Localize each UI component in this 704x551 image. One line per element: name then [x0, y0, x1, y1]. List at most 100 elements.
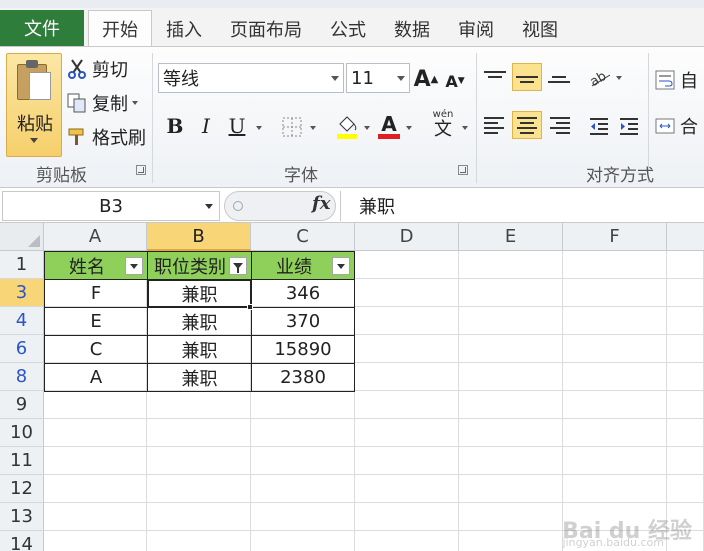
table-cell[interactable]: 346: [251, 279, 355, 308]
fill-handle[interactable]: [247, 304, 253, 310]
font-launcher-icon[interactable]: [458, 165, 468, 175]
empty-cell[interactable]: [563, 335, 667, 363]
format-painter-button[interactable]: 格式刷: [66, 123, 146, 151]
empty-cell[interactable]: [459, 419, 563, 447]
table-cell[interactable]: F: [44, 279, 148, 308]
column-header-a[interactable]: A: [44, 223, 147, 251]
chevron-down-icon[interactable]: [256, 126, 262, 130]
empty-cell[interactable]: [44, 391, 147, 419]
empty-cell[interactable]: [667, 363, 704, 391]
filter-dropdown-button[interactable]: [332, 257, 350, 275]
align-left-button[interactable]: [480, 111, 510, 139]
bold-button[interactable]: B: [162, 111, 188, 141]
chevron-down-icon[interactable]: [205, 204, 213, 209]
table-cell[interactable]: E: [44, 307, 148, 336]
selected-cell[interactable]: 兼职: [147, 279, 252, 308]
empty-cell[interactable]: [355, 447, 459, 475]
table-cell[interactable]: 兼职: [147, 335, 252, 364]
row-header[interactable]: 6: [0, 335, 44, 363]
fill-color-button[interactable]: [334, 113, 360, 141]
paste-button[interactable]: 粘贴: [6, 53, 62, 157]
clipboard-launcher-icon[interactable]: [136, 165, 146, 175]
align-center-button[interactable]: [512, 111, 542, 139]
font-size-select[interactable]: 11: [346, 63, 410, 93]
empty-cell[interactable]: [667, 335, 704, 363]
empty-cell[interactable]: [251, 447, 355, 475]
column-header-b[interactable]: B: [147, 223, 251, 251]
chevron-down-icon[interactable]: [406, 126, 412, 130]
grow-font-button[interactable]: A ▲: [414, 65, 439, 93]
empty-cell[interactable]: [355, 251, 459, 279]
empty-cell[interactable]: [355, 531, 459, 551]
empty-cell[interactable]: [147, 391, 251, 419]
empty-cell[interactable]: [251, 475, 355, 503]
tab-home[interactable]: 开始: [88, 10, 152, 47]
align-right-button[interactable]: [544, 111, 574, 139]
tab-view[interactable]: 视图: [514, 12, 566, 46]
column-header-d[interactable]: D: [355, 223, 459, 251]
empty-cell[interactable]: [355, 419, 459, 447]
empty-cell[interactable]: [667, 279, 704, 307]
borders-button[interactable]: [280, 115, 304, 139]
empty-cell[interactable]: [355, 503, 459, 531]
font-name-select[interactable]: 等线: [158, 63, 344, 93]
increase-indent-button[interactable]: [616, 113, 642, 139]
empty-cell[interactable]: [251, 531, 355, 551]
empty-cell[interactable]: [147, 531, 251, 551]
phonetic-button[interactable]: wén 文: [428, 109, 458, 141]
empty-cell[interactable]: [251, 503, 355, 531]
worksheet-grid[interactable]: A B C D E F 1 3 4 6 8 9 10 11 12 13 14 姓…: [0, 223, 704, 551]
tab-formulas[interactable]: 公式: [322, 12, 374, 46]
empty-cell[interactable]: [459, 447, 563, 475]
row-header[interactable]: 4: [0, 307, 44, 335]
empty-cell[interactable]: [459, 503, 563, 531]
empty-cell[interactable]: [667, 391, 704, 419]
tab-page-layout[interactable]: 页面布局: [222, 12, 310, 46]
empty-cell[interactable]: [459, 531, 563, 551]
chevron-down-icon[interactable]: [364, 126, 370, 130]
empty-cell[interactable]: [667, 307, 704, 335]
tab-file[interactable]: 文件: [0, 10, 84, 46]
chevron-down-icon[interactable]: [310, 126, 316, 130]
name-box[interactable]: B3: [2, 191, 220, 221]
empty-cell[interactable]: [563, 307, 667, 335]
row-header[interactable]: 13: [0, 503, 44, 531]
empty-cell[interactable]: [44, 531, 147, 551]
formula-input[interactable]: 兼职: [340, 191, 702, 221]
empty-cell[interactable]: [459, 363, 563, 391]
cut-button[interactable]: 剪切: [66, 55, 128, 83]
empty-cell[interactable]: [44, 447, 147, 475]
font-color-button[interactable]: A: [376, 111, 402, 141]
empty-cell[interactable]: [355, 335, 459, 363]
empty-cell[interactable]: [563, 251, 667, 279]
empty-cell[interactable]: [355, 307, 459, 335]
tab-data[interactable]: 数据: [386, 12, 438, 46]
row-header[interactable]: 11: [0, 447, 44, 475]
table-header-cell[interactable]: 职位类别: [147, 251, 252, 280]
row-header[interactable]: 9: [0, 391, 44, 419]
table-cell[interactable]: 兼职: [147, 307, 252, 336]
table-cell[interactable]: C: [44, 335, 148, 364]
table-cell[interactable]: 2380: [251, 363, 355, 392]
row-header[interactable]: 3: [0, 279, 44, 307]
merge-center-button[interactable]: 合: [654, 113, 704, 139]
empty-cell[interactable]: [459, 475, 563, 503]
table-cell[interactable]: 兼职: [147, 363, 252, 392]
empty-cell[interactable]: [147, 419, 251, 447]
empty-cell[interactable]: [563, 391, 667, 419]
align-top-button[interactable]: [480, 63, 510, 91]
empty-cell[interactable]: [44, 419, 147, 447]
empty-cell[interactable]: [667, 475, 704, 503]
row-header[interactable]: 14: [0, 531, 44, 551]
empty-cell[interactable]: [355, 279, 459, 307]
tab-insert[interactable]: 插入: [158, 12, 210, 46]
empty-cell[interactable]: [459, 279, 563, 307]
shrink-font-button[interactable]: A ▼: [444, 69, 466, 93]
row-header[interactable]: 1: [0, 251, 44, 279]
empty-cell[interactable]: [563, 447, 667, 475]
empty-cell[interactable]: [459, 391, 563, 419]
empty-cell[interactable]: [563, 419, 667, 447]
empty-cell[interactable]: [667, 251, 704, 279]
align-middle-button[interactable]: [512, 63, 542, 91]
decrease-indent-button[interactable]: [586, 113, 612, 139]
